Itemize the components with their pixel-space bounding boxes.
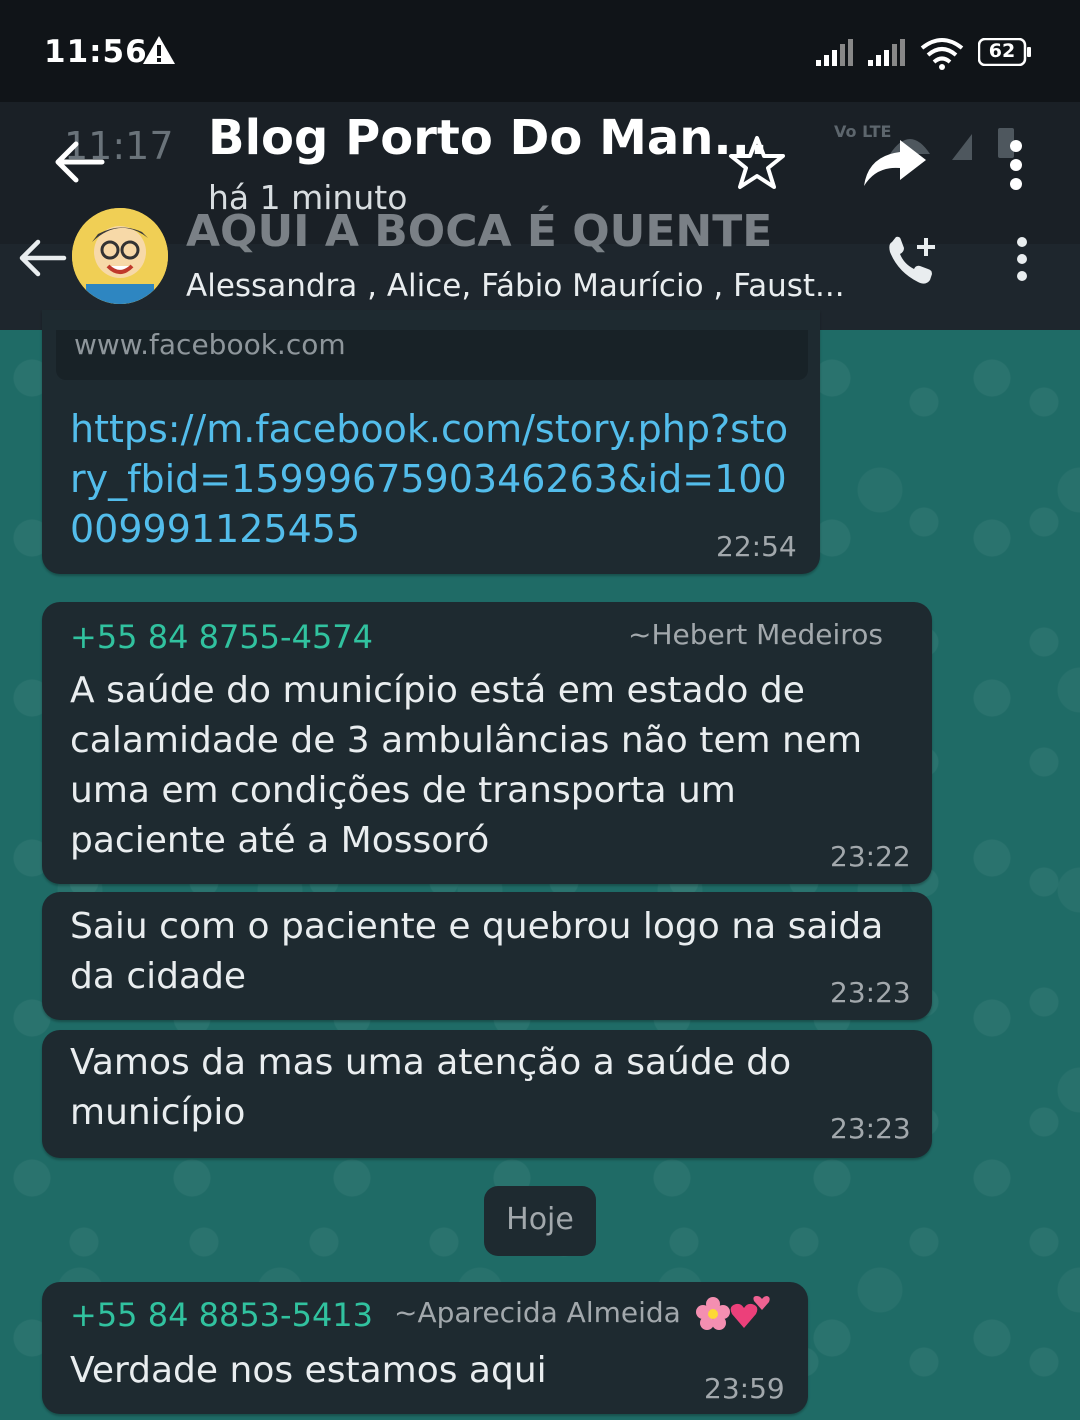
status-time: 11:56 [44, 34, 148, 70]
sender-name: ~Hebert Medeiros [628, 618, 883, 651]
message-time: 23:22 [830, 840, 911, 873]
message-link-url[interactable]: https://m.facebook.com/story.php?story_f… [70, 404, 790, 554]
menu-icon[interactable] [1004, 138, 1028, 192]
message-text: A saúde do município está em estado de c… [70, 670, 863, 861]
message-time: 22:54 [716, 530, 797, 563]
warning-icon [143, 36, 175, 64]
message-time: 23:23 [830, 1112, 911, 1145]
message-time: 23:23 [830, 976, 911, 1009]
message-text: Verdade nos estamos aqui [70, 1350, 547, 1391]
star-icon[interactable] [728, 134, 786, 192]
group-avatar[interactable] [72, 208, 168, 304]
signal-icon-2 [868, 39, 905, 66]
battery-level: 62 [988, 40, 1016, 62]
battery-icon: 62 [978, 38, 1032, 66]
signal-icon [816, 39, 853, 66]
group-name: AQUI A BOCA É QUENTE [186, 206, 773, 257]
hearts-emoji-icon [730, 1296, 770, 1328]
chat-menu-icon[interactable] [1010, 236, 1034, 282]
message-text: Vamos da mas uma atenção a saúde do muni… [70, 1042, 792, 1133]
flower-emoji-icon [696, 1297, 730, 1330]
wifi-icon [920, 38, 964, 70]
share-icon[interactable] [862, 136, 928, 188]
group-members[interactable]: Alessandra , Alice, Fábio Maurício , Fau… [186, 268, 845, 304]
day-separator-label: Hoje [506, 1202, 574, 1237]
story-title: Blog Porto Do Man... [208, 110, 769, 166]
sender-number[interactable]: +55 84 8853-5413 [70, 1296, 373, 1334]
message-time: 23:59 [704, 1372, 785, 1405]
back-arrow-icon[interactable] [52, 134, 108, 190]
chat-back-arrow-icon[interactable] [16, 234, 68, 282]
sender-number[interactable]: +55 84 8755-4574 [70, 618, 373, 656]
link-domain: www.facebook.com [74, 328, 346, 361]
add-call-icon[interactable] [884, 234, 940, 288]
message-text: Saiu com o paciente e quebrou logo na sa… [70, 906, 884, 997]
sender-name: ~Aparecida Almeida [394, 1296, 681, 1329]
